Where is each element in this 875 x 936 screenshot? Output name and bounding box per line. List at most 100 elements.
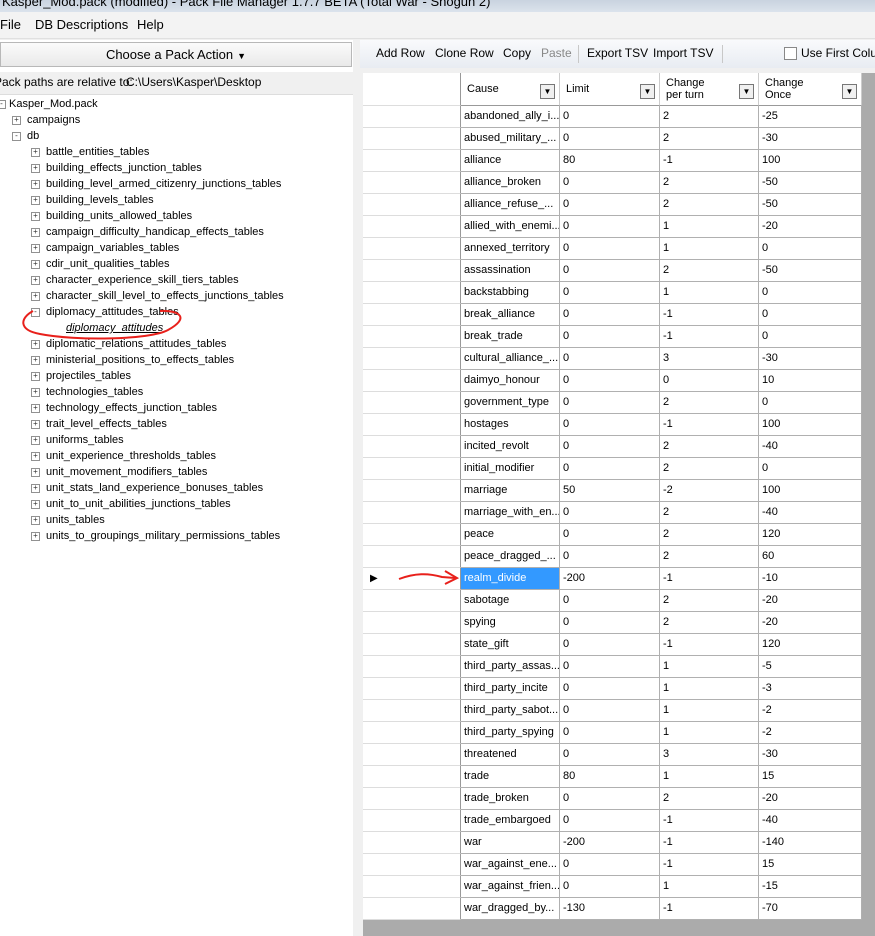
table-cell[interactable]: 1 (660, 766, 759, 788)
tree-node-table[interactable]: + uniforms_tables (0, 432, 353, 448)
row-header[interactable] (363, 788, 461, 810)
table-cell[interactable]: 0 (560, 458, 660, 480)
table-cell[interactable]: 2 (660, 128, 759, 150)
row-header[interactable] (363, 480, 461, 502)
table-cell[interactable]: 0 (560, 348, 660, 370)
table-cell[interactable]: -30 (759, 128, 862, 150)
table-cell[interactable]: 80 (560, 766, 660, 788)
row-header[interactable] (363, 348, 461, 370)
table-cell[interactable]: assassination (461, 260, 560, 282)
table-cell[interactable]: alliance (461, 150, 560, 172)
table-cell[interactable]: -40 (759, 810, 862, 832)
table-cell[interactable]: -2 (660, 480, 759, 502)
table-cell[interactable]: alliance_broken (461, 172, 560, 194)
table-cell[interactable]: trade (461, 766, 560, 788)
table-cell[interactable]: 2 (660, 524, 759, 546)
row-header[interactable] (363, 150, 461, 172)
table-cell[interactable]: 80 (560, 150, 660, 172)
export-tsv-button[interactable]: Export TSV (587, 46, 648, 60)
row-header[interactable] (363, 392, 461, 414)
table-cell[interactable]: -1 (660, 854, 759, 876)
table-cell[interactable]: 0 (759, 282, 862, 304)
table-cell[interactable]: government_type (461, 392, 560, 414)
row-header[interactable] (363, 216, 461, 238)
expand-icon[interactable]: + (31, 292, 40, 301)
pane-splitter[interactable] (353, 40, 360, 936)
paste-button[interactable]: Paste (541, 46, 572, 60)
table-cell[interactable]: -1 (660, 810, 759, 832)
tree-node-table[interactable]: + building_level_armed_citizenry_junction… (0, 176, 353, 192)
row-header[interactable] (363, 810, 461, 832)
table-cell[interactable]: -25 (759, 106, 862, 128)
table-cell[interactable]: trade_broken (461, 788, 560, 810)
table-cell[interactable]: 0 (560, 238, 660, 260)
row-header[interactable] (363, 876, 461, 898)
table-cell[interactable]: 0 (759, 392, 862, 414)
table-cell[interactable]: 1 (660, 876, 759, 898)
expand-icon[interactable]: + (31, 388, 40, 397)
table-cell[interactable]: 0 (560, 128, 660, 150)
table-cell[interactable]: -140 (759, 832, 862, 854)
table-cell[interactable]: -200 (560, 832, 660, 854)
table-cell[interactable]: trade_embargoed (461, 810, 560, 832)
table-cell[interactable]: 2 (660, 458, 759, 480)
table-cell[interactable]: abused_military_... (461, 128, 560, 150)
table-cell[interactable]: hostages (461, 414, 560, 436)
row-header[interactable] (363, 106, 461, 128)
clone-row-button[interactable]: Clone Row (435, 46, 494, 60)
table-cell[interactable]: -130 (560, 898, 660, 920)
expand-icon[interactable]: + (31, 164, 40, 173)
row-header[interactable] (363, 744, 461, 766)
table-cell[interactable]: third_party_incite (461, 678, 560, 700)
table-cell[interactable]: third_party_spying (461, 722, 560, 744)
table-cell[interactable]: 0 (560, 392, 660, 414)
row-header[interactable] (363, 700, 461, 722)
row-header[interactable] (363, 502, 461, 524)
expand-icon[interactable]: + (31, 500, 40, 509)
tree-node-table[interactable]: + cdir_unit_qualities_tables (0, 256, 353, 272)
menu-db-descriptions[interactable]: DB Descriptions (35, 17, 128, 32)
row-header[interactable] (363, 304, 461, 326)
table-cell[interactable]: 0 (560, 260, 660, 282)
table-cell[interactable]: -50 (759, 260, 862, 282)
add-row-button[interactable]: Add Row (376, 46, 425, 60)
table-cell[interactable]: 0 (560, 722, 660, 744)
table-cell[interactable]: initial_modifier (461, 458, 560, 480)
expand-icon[interactable]: + (31, 532, 40, 541)
table-cell[interactable]: break_trade (461, 326, 560, 348)
table-cell[interactable]: -1 (660, 414, 759, 436)
table-cell[interactable]: third_party_assas... (461, 656, 560, 678)
row-header[interactable] (363, 546, 461, 568)
filter-dropdown-icon[interactable]: ▼ (640, 84, 655, 99)
table-cell[interactable]: 0 (759, 326, 862, 348)
table-cell[interactable]: 0 (560, 282, 660, 304)
filter-dropdown-icon[interactable]: ▼ (842, 84, 857, 99)
tree-node-table[interactable]: + unit_stats_land_experience_bonuses_tabl… (0, 480, 353, 496)
tree-node-table[interactable]: + unit_movement_modifiers_tables (0, 464, 353, 480)
table-cell[interactable]: 0 (560, 436, 660, 458)
expand-icon[interactable]: + (31, 516, 40, 525)
tree-node-table[interactable]: + unit_to_unit_abilities_junctions_tables (0, 496, 353, 512)
table-cell[interactable]: 1 (660, 282, 759, 304)
table-cell[interactable]: 100 (759, 480, 862, 502)
table-cell[interactable]: 120 (759, 524, 862, 546)
table-cell[interactable]: war_against_ene... (461, 854, 560, 876)
row-header[interactable] (363, 128, 461, 150)
row-header[interactable] (363, 678, 461, 700)
column-header[interactable]: Cause ▼ (461, 73, 560, 106)
row-header[interactable] (363, 766, 461, 788)
tree-node-table[interactable]: + projectiles_tables (0, 368, 353, 384)
copy-button[interactable]: Copy (503, 46, 531, 60)
table-cell[interactable]: 100 (759, 150, 862, 172)
table-cell[interactable]: marriage (461, 480, 560, 502)
expand-icon[interactable]: + (31, 196, 40, 205)
import-tsv-button[interactable]: Import TSV (653, 46, 713, 60)
table-cell[interactable]: 0 (759, 458, 862, 480)
row-header[interactable] (363, 326, 461, 348)
tree-node-table[interactable]: + ministerial_positions_to_effects_tables (0, 352, 353, 368)
filter-dropdown-icon[interactable]: ▼ (540, 84, 555, 99)
table-cell[interactable]: -30 (759, 348, 862, 370)
table-cell[interactable]: -200 (560, 568, 660, 590)
table-cell[interactable]: 0 (560, 546, 660, 568)
table-cell[interactable]: -1 (660, 150, 759, 172)
